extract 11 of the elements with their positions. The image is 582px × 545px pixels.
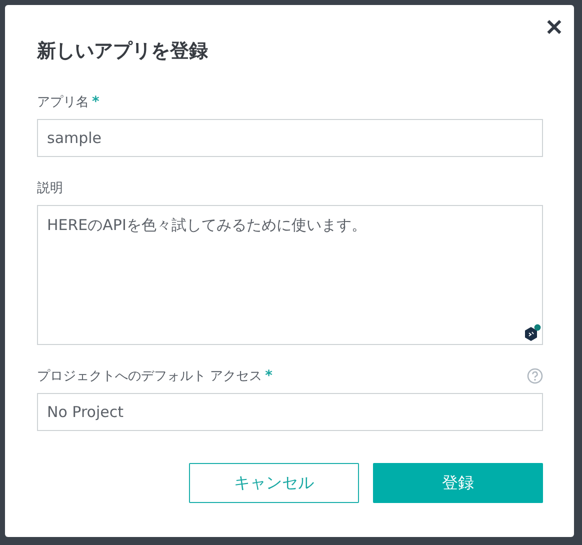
extension-icon[interactable] (522, 323, 542, 343)
description-field[interactable]: HEREのAPIを色々試してみるために使います。 (37, 205, 543, 345)
input-field[interactable]: No Project (37, 393, 543, 431)
field-label: 説明 (37, 180, 63, 197)
input-field[interactable]: sample (37, 119, 543, 157)
field-label: アプリ名 (37, 94, 89, 111)
required-mark: * (92, 94, 100, 110)
required-mark: * (265, 368, 272, 384)
close-button[interactable]: ✕ (545, 17, 563, 39)
dialog-title: 新しいアプリを登録 (37, 39, 209, 63)
field-label: プロジェクトへのデフォルト アクセス (37, 368, 262, 385)
